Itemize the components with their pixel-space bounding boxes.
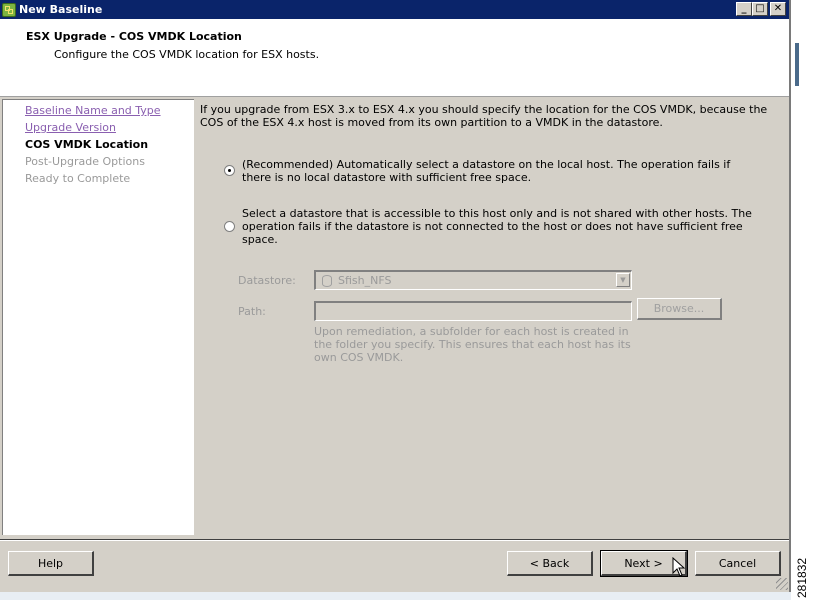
wizard-steps-panel: Baseline Name and Type Upgrade Version C… bbox=[2, 99, 194, 535]
help-button[interactable]: Help bbox=[8, 551, 94, 576]
mouse-pointer-icon bbox=[672, 557, 686, 577]
resize-grip[interactable] bbox=[776, 578, 788, 590]
page-subtitle: Configure the COS VMDK location for ESX … bbox=[54, 48, 320, 61]
step-upgrade-version[interactable]: Upgrade Version bbox=[25, 121, 116, 134]
title-bar[interactable]: New Baseline _ □ ✕ bbox=[0, 0, 789, 19]
datastore-select[interactable]: Sfish_NFS ▼ bbox=[314, 270, 632, 290]
datastore-icon bbox=[322, 274, 332, 287]
option-select-datastore-label[interactable]: Select a datastore that is accessible to… bbox=[242, 207, 754, 246]
step-cos-vmdk-location: COS VMDK Location bbox=[25, 138, 149, 151]
footer-separator bbox=[0, 539, 789, 541]
figure-number: 281832 bbox=[795, 557, 809, 598]
cancel-button[interactable]: Cancel bbox=[695, 551, 781, 576]
window-title: New Baseline bbox=[19, 3, 103, 16]
background-taskbar-strip bbox=[0, 592, 791, 600]
background-window-edge bbox=[791, 0, 814, 600]
wizard-header: ESX Upgrade - COS VMDK Location Configur… bbox=[0, 19, 789, 97]
step-post-upgrade-options: Post-Upgrade Options bbox=[25, 155, 145, 168]
intro-text: If you upgrade from ESX 3.x to ESX 4.x y… bbox=[200, 103, 768, 129]
window-controls: _ □ ✕ bbox=[736, 2, 786, 16]
option-auto-select[interactable]: (Recommended) Automatically select a dat… bbox=[224, 158, 742, 184]
radio-auto-select[interactable] bbox=[224, 165, 235, 176]
new-baseline-dialog: New Baseline _ □ ✕ ESX Upgrade - COS VMD… bbox=[0, 0, 791, 600]
radio-select-datastore[interactable] bbox=[224, 221, 235, 232]
browse-button[interactable]: Browse... bbox=[637, 298, 722, 320]
close-button[interactable]: ✕ bbox=[770, 2, 786, 16]
wizard-content: If you upgrade from ESX 3.x to ESX 4.x y… bbox=[196, 99, 789, 535]
step-ready-to-complete: Ready to Complete bbox=[25, 172, 131, 185]
step-baseline-name-and-type[interactable]: Baseline Name and Type bbox=[25, 104, 161, 117]
maximize-button[interactable]: □ bbox=[752, 2, 768, 16]
minimize-button[interactable]: _ bbox=[736, 2, 752, 16]
option-select-datastore[interactable]: Select a datastore that is accessible to… bbox=[224, 207, 754, 246]
page-title: ESX Upgrade - COS VMDK Location bbox=[26, 30, 242, 43]
datastore-value: Sfish_NFS bbox=[338, 274, 392, 287]
path-input[interactable] bbox=[314, 301, 632, 321]
back-button[interactable]: < Back bbox=[507, 551, 593, 576]
datastore-label: Datastore: bbox=[238, 274, 296, 287]
path-hint-text: Upon remediation, a subfolder for each h… bbox=[314, 325, 631, 364]
option-auto-select-label[interactable]: (Recommended) Automatically select a dat… bbox=[242, 158, 742, 184]
vsphere-app-icon bbox=[2, 2, 16, 17]
path-label: Path: bbox=[238, 305, 266, 318]
background-scrollbar bbox=[795, 43, 799, 86]
chevron-down-icon[interactable]: ▼ bbox=[616, 273, 630, 287]
